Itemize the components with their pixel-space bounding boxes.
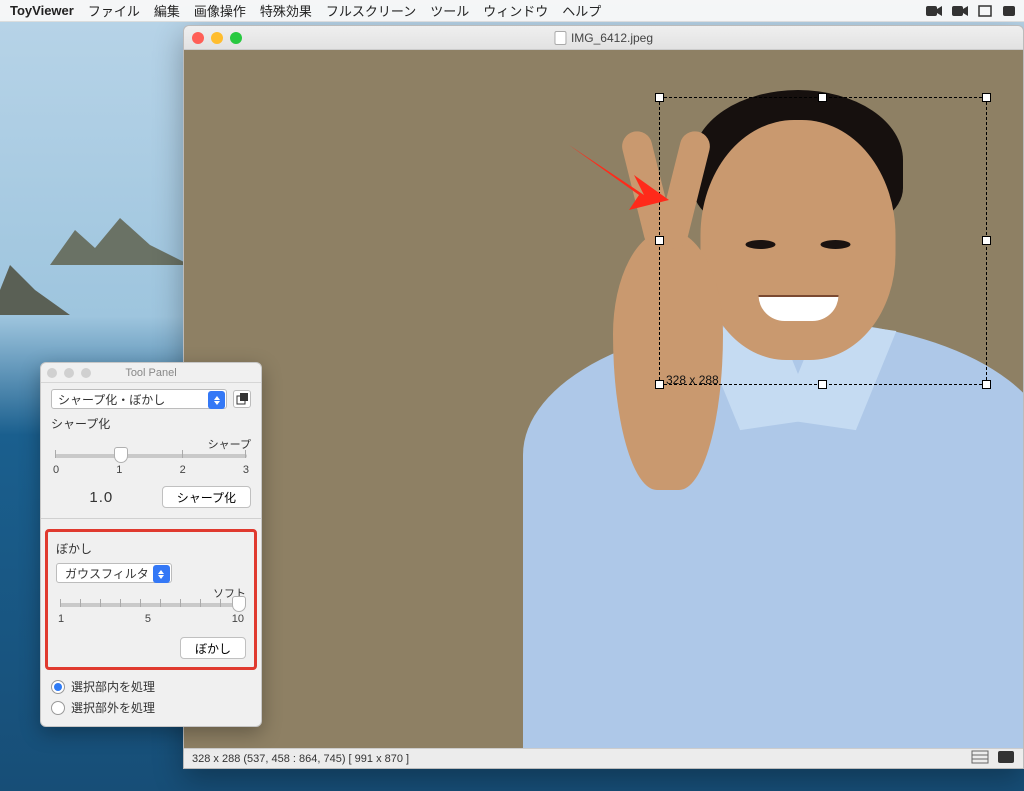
menu-image-ops[interactable]: 画像操作: [194, 1, 246, 20]
sharpen-tick-3: 3: [243, 464, 249, 476]
blur-tick-5: 5: [145, 613, 151, 625]
menu-extra-icon[interactable]: [978, 5, 992, 17]
desktop-island-decor: [0, 250, 70, 320]
menu-effects[interactable]: 特殊効果: [260, 1, 312, 20]
sharpen-label: シャープ化: [51, 415, 251, 432]
zoom-button[interactable]: [230, 32, 242, 44]
panel-zoom-button[interactable]: [81, 368, 91, 378]
sharpen-value: 1.0: [51, 489, 152, 506]
sharpen-tick-1: 1: [116, 464, 122, 476]
mode-select-value: シャープ化・ぼかし: [58, 391, 165, 408]
selection-handle-sw[interactable]: [655, 380, 664, 389]
blur-section-highlight: ぼかし ガウスフィルタ ソフト: [45, 529, 257, 670]
close-button[interactable]: [192, 32, 204, 44]
panel-title: Tool Panel: [125, 367, 176, 379]
window-title: IMG_6412.jpeg: [571, 31, 653, 45]
radio-outside[interactable]: [51, 701, 65, 715]
document-icon: [554, 31, 566, 45]
panel-minimize-button[interactable]: [64, 368, 74, 378]
status-icon-1[interactable]: [971, 750, 989, 767]
radio-inside[interactable]: [51, 680, 65, 694]
panel-close-button[interactable]: [47, 368, 57, 378]
radio-inside-row[interactable]: 選択部内を処理: [51, 678, 251, 695]
selection-handle-ne[interactable]: [982, 93, 991, 102]
selection-handle-e[interactable]: [982, 236, 991, 245]
menu-extra-icon-2[interactable]: [1002, 5, 1016, 17]
status-text: 328 x 288 (537, 458 : 864, 745) [ 991 x …: [192, 753, 409, 765]
sharpen-section: シャープ化 シャープ 0 1 2 3 1.0: [51, 415, 251, 508]
menu-edit[interactable]: 編集: [154, 1, 180, 20]
menu-help[interactable]: ヘルプ: [562, 1, 601, 20]
tool-panel: Tool Panel シャープ化・ぼかし シャープ化 シャープ: [40, 362, 262, 727]
blur-tick-1: 1: [58, 613, 64, 625]
radio-outside-label: 選択部外を処理: [71, 699, 155, 716]
statusbar: 328 x 288 (537, 458 : 864, 745) [ 991 x …: [184, 748, 1023, 768]
image-window: IMG_6412.jpeg 328 x 288: [183, 25, 1024, 769]
sharpen-button[interactable]: シャープ化: [162, 486, 251, 508]
radio-inside-label: 選択部内を処理: [71, 678, 155, 695]
sharpen-tick-2: 2: [180, 464, 186, 476]
blur-label: ぼかし: [56, 540, 246, 557]
panel-titlebar[interactable]: Tool Panel: [41, 363, 261, 383]
app-name[interactable]: ToyViewer: [10, 3, 74, 18]
chevron-updown-icon: [153, 565, 170, 583]
menu-tools[interactable]: ツール: [430, 1, 469, 20]
menu-fullscreen[interactable]: フルスクリーン: [326, 1, 416, 20]
selection-handle-se[interactable]: [982, 380, 991, 389]
selection-dimensions: 328 x 288: [666, 373, 719, 387]
selection-handle-n[interactable]: [818, 93, 827, 102]
mode-select[interactable]: シャープ化・ぼかし: [51, 389, 227, 409]
radio-outside-row[interactable]: 選択部外を処理: [51, 699, 251, 716]
camera-icon[interactable]: [952, 5, 968, 17]
chevron-updown-icon: [208, 391, 225, 409]
blur-slider-thumb[interactable]: [232, 596, 246, 612]
blur-filter-select[interactable]: ガウスフィルタ: [56, 563, 172, 583]
image-canvas[interactable]: 328 x 288: [184, 50, 1023, 748]
popup-window-button[interactable]: [233, 390, 251, 408]
selection-handle-nw[interactable]: [655, 93, 664, 102]
selection-handle-w[interactable]: [655, 236, 664, 245]
desktop-island-decor: [50, 210, 190, 270]
menu-window[interactable]: ウィンドウ: [483, 1, 548, 20]
selection-handle-s[interactable]: [818, 380, 827, 389]
sharpen-tick-0: 0: [53, 464, 59, 476]
status-icon-2[interactable]: [997, 750, 1015, 767]
menu-file[interactable]: ファイル: [88, 1, 140, 20]
blur-button[interactable]: ぼかし: [180, 637, 246, 659]
menubar: ToyViewer ファイル 編集 画像操作 特殊効果 フルスクリーン ツール …: [0, 0, 1024, 22]
selection-marquee[interactable]: 328 x 288: [659, 97, 987, 385]
minimize-button[interactable]: [211, 32, 223, 44]
blur-tick-10: 10: [232, 613, 244, 625]
blur-filter-value: ガウスフィルタ: [65, 565, 149, 582]
window-titlebar[interactable]: IMG_6412.jpeg: [184, 26, 1023, 50]
sharpen-slider-thumb[interactable]: [114, 447, 128, 463]
divider: [41, 518, 261, 519]
facetime-icon[interactable]: [926, 5, 942, 17]
popup-window-icon: [236, 393, 248, 405]
